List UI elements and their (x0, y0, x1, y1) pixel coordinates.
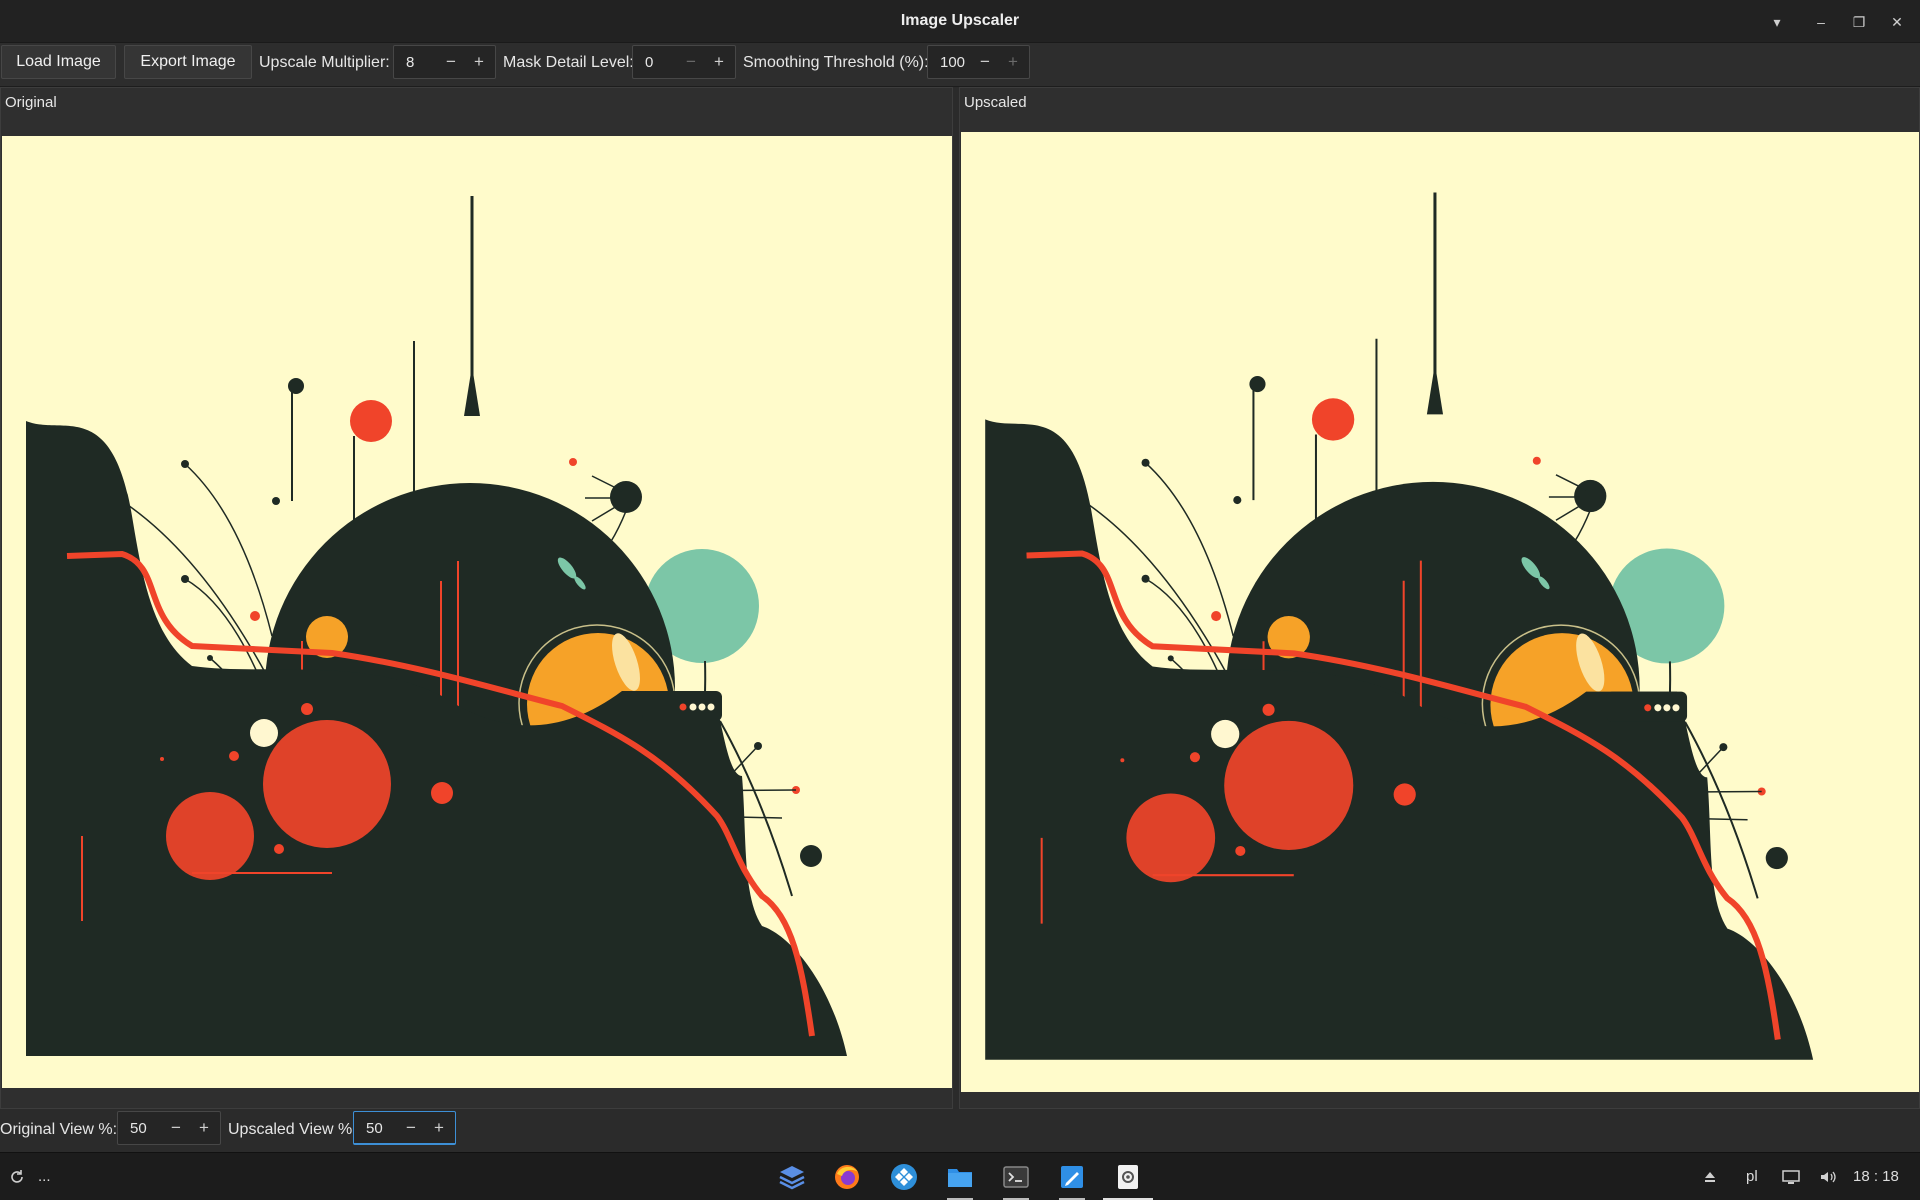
toolbar: Load Image Export Image Upscale Multipli… (0, 43, 1920, 87)
firefox-icon[interactable] (830, 1161, 864, 1193)
keyboard-layout[interactable]: pl (1746, 1168, 1758, 1185)
terminal-icon[interactable] (999, 1161, 1033, 1193)
export-image-button[interactable]: Export Image (124, 45, 252, 79)
original-image[interactable] (2, 136, 952, 1088)
upscaled-view-spinbox[interactable]: 50 − + (353, 1111, 456, 1145)
minus-icon[interactable]: − (401, 1116, 421, 1140)
text-editor-icon[interactable] (1055, 1161, 1089, 1193)
mask-detail-label: Mask Detail Level: (503, 54, 634, 71)
plus-icon[interactable]: + (429, 1116, 449, 1140)
eject-icon[interactable] (1700, 1161, 1720, 1193)
smoothing-threshold-spinbox[interactable]: 100 − + (927, 45, 1030, 79)
minus-icon[interactable]: − (681, 50, 701, 74)
original-panel: Original (0, 87, 953, 1109)
window-title: Image Upscaler (900, 12, 1020, 29)
title-bar: Image Upscaler ▾ – ❐ ✕ (0, 0, 1920, 43)
maximize-icon[interactable]: ❐ (1848, 11, 1870, 33)
upscaled-view-value[interactable]: 50 (366, 1120, 383, 1137)
view-controls: Original View %: 50 − + Upscaled View %:… (0, 1110, 1920, 1150)
refresh-icon[interactable] (2, 1161, 32, 1193)
upscaled-image[interactable] (961, 132, 1919, 1092)
mask-detail-value[interactable]: 0 (645, 54, 653, 71)
smoothing-threshold-value[interactable]: 100 (940, 54, 965, 71)
clock[interactable]: 18 : 18 (1853, 1168, 1899, 1185)
upscaled-view-label: Upscaled View %: (228, 1121, 357, 1138)
minus-icon[interactable]: − (166, 1116, 186, 1140)
kodi-icon[interactable] (887, 1161, 921, 1193)
load-image-button[interactable]: Load Image (1, 45, 116, 79)
plus-icon[interactable]: + (1003, 50, 1023, 74)
plus-icon[interactable]: + (709, 50, 729, 74)
smoothing-threshold-label: Smoothing Threshold (%): (743, 54, 929, 71)
menu-dropdown-icon[interactable]: ▾ (1766, 11, 1788, 33)
minus-icon[interactable]: − (975, 50, 995, 74)
original-view-spinbox[interactable]: 50 − + (117, 1111, 221, 1145)
taskbar: ... pl 18 : 18 (0, 1152, 1920, 1200)
mask-detail-spinbox[interactable]: 0 − + (632, 45, 736, 79)
upscaled-panel-title: Upscaled (964, 94, 1027, 111)
upscale-multiplier-label: Upscale Multiplier: (259, 54, 390, 71)
upscale-multiplier-value[interactable]: 8 (406, 54, 414, 71)
launcher-text[interactable]: ... (38, 1168, 51, 1185)
upscaled-panel: Upscaled (959, 87, 1920, 1109)
original-view-value[interactable]: 50 (130, 1120, 147, 1137)
minimize-icon[interactable]: – (1810, 11, 1832, 33)
plus-icon[interactable]: + (469, 50, 489, 74)
network-icon[interactable] (1778, 1161, 1804, 1193)
files-icon[interactable] (943, 1161, 977, 1193)
layers-app-icon[interactable] (775, 1161, 809, 1193)
image-upscaler-app-icon[interactable] (1111, 1161, 1145, 1193)
original-panel-title: Original (5, 94, 57, 111)
original-view-label: Original View %: (0, 1121, 118, 1138)
upscale-multiplier-spinbox[interactable]: 8 − + (393, 45, 496, 79)
plus-icon[interactable]: + (194, 1116, 214, 1140)
minus-icon[interactable]: − (441, 50, 461, 74)
close-icon[interactable]: ✕ (1886, 11, 1908, 33)
volume-icon[interactable] (1815, 1161, 1841, 1193)
